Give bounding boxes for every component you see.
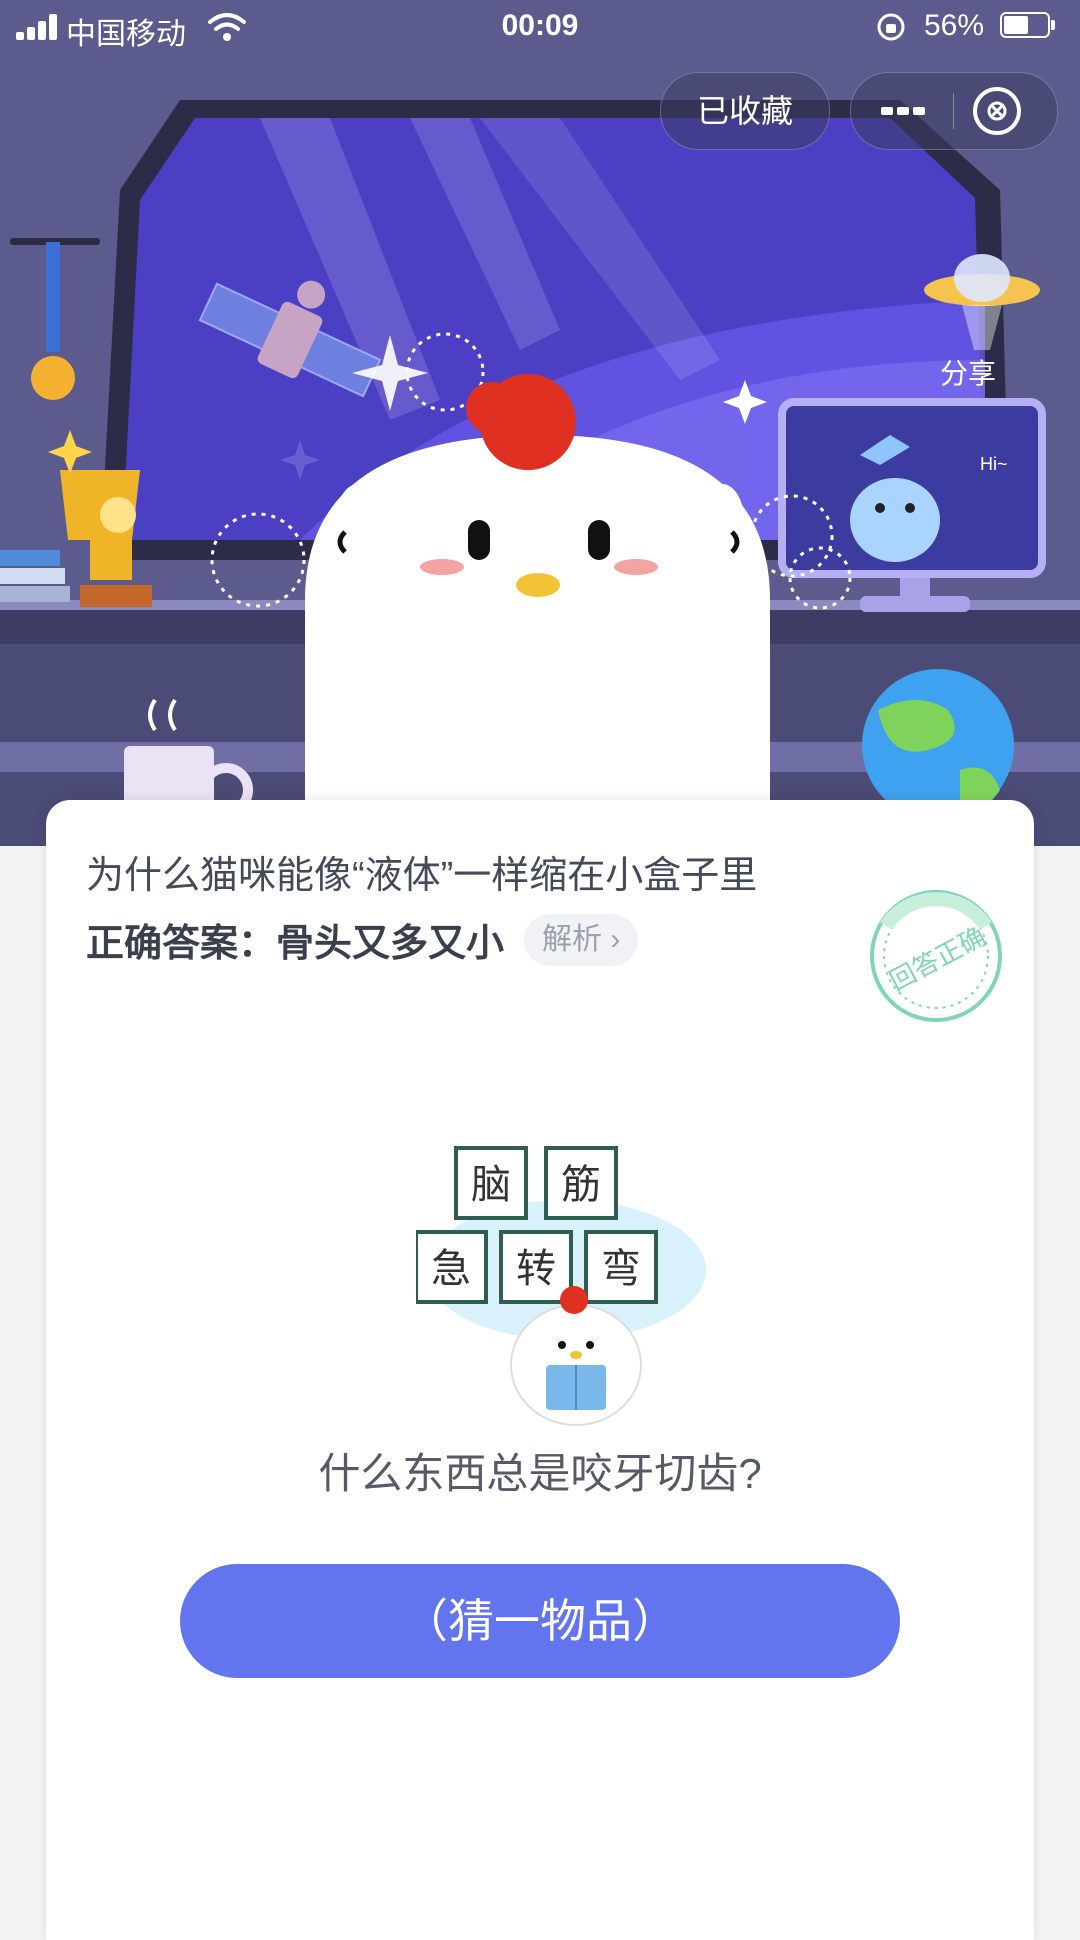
chevron-right-icon: › xyxy=(602,922,621,956)
tile-char-5: 弯 xyxy=(601,1246,641,1292)
explain-button[interactable]: 解析 › xyxy=(524,913,639,966)
clock: 00:09 xyxy=(501,9,579,42)
quiz-question: 为什么猫咪能像“液体”一样缩在小盒子里 xyxy=(86,855,758,897)
correct-answer: 骨头又多又小 xyxy=(276,923,505,965)
share-button[interactable]: 分享 xyxy=(940,352,996,392)
close-miniprogram-icon[interactable] xyxy=(969,83,1025,139)
brain-teaser-illustration: 脑 筋 急 转 弯 xyxy=(416,1146,706,1426)
tile-char-3: 急 xyxy=(431,1246,471,1292)
tile-char-1: 脑 xyxy=(471,1162,511,1208)
riddle-hint-button[interactable]: （猜一物品） xyxy=(180,1564,900,1678)
tile-char-2: 筋 xyxy=(561,1162,601,1208)
quiz-card: 为什么猫咪能像“液体”一样缩在小盒子里 正确答案：骨头又多又小 解析 › 回答正确… xyxy=(46,800,1034,1940)
battery-icon xyxy=(1000,12,1058,40)
miniprogram-capsule xyxy=(850,72,1058,150)
correct-stamp: 回答正确 xyxy=(870,890,1002,1022)
explain-label: 解析 xyxy=(542,922,603,956)
status-bar: 中国移动 00:09 56% xyxy=(0,0,1080,54)
orientation-lock-icon xyxy=(877,13,905,41)
answer-label: 正确答案： xyxy=(86,923,277,965)
tile-char-4: 转 xyxy=(516,1246,556,1292)
more-button[interactable] xyxy=(851,73,953,149)
answer-row: 正确答案：骨头又多又小 解析 › xyxy=(86,912,639,968)
stamp-text: 回答正确 xyxy=(885,922,991,997)
riddle-question: 什么东西总是咬牙切齿? xyxy=(318,1450,762,1497)
capsule-divider xyxy=(953,93,954,129)
battery-percent: 56% xyxy=(924,9,985,42)
monitor-greeting: Hi~ xyxy=(980,454,1008,474)
battery-fill xyxy=(1004,16,1028,34)
collected-button[interactable]: 已收藏 xyxy=(660,72,830,150)
